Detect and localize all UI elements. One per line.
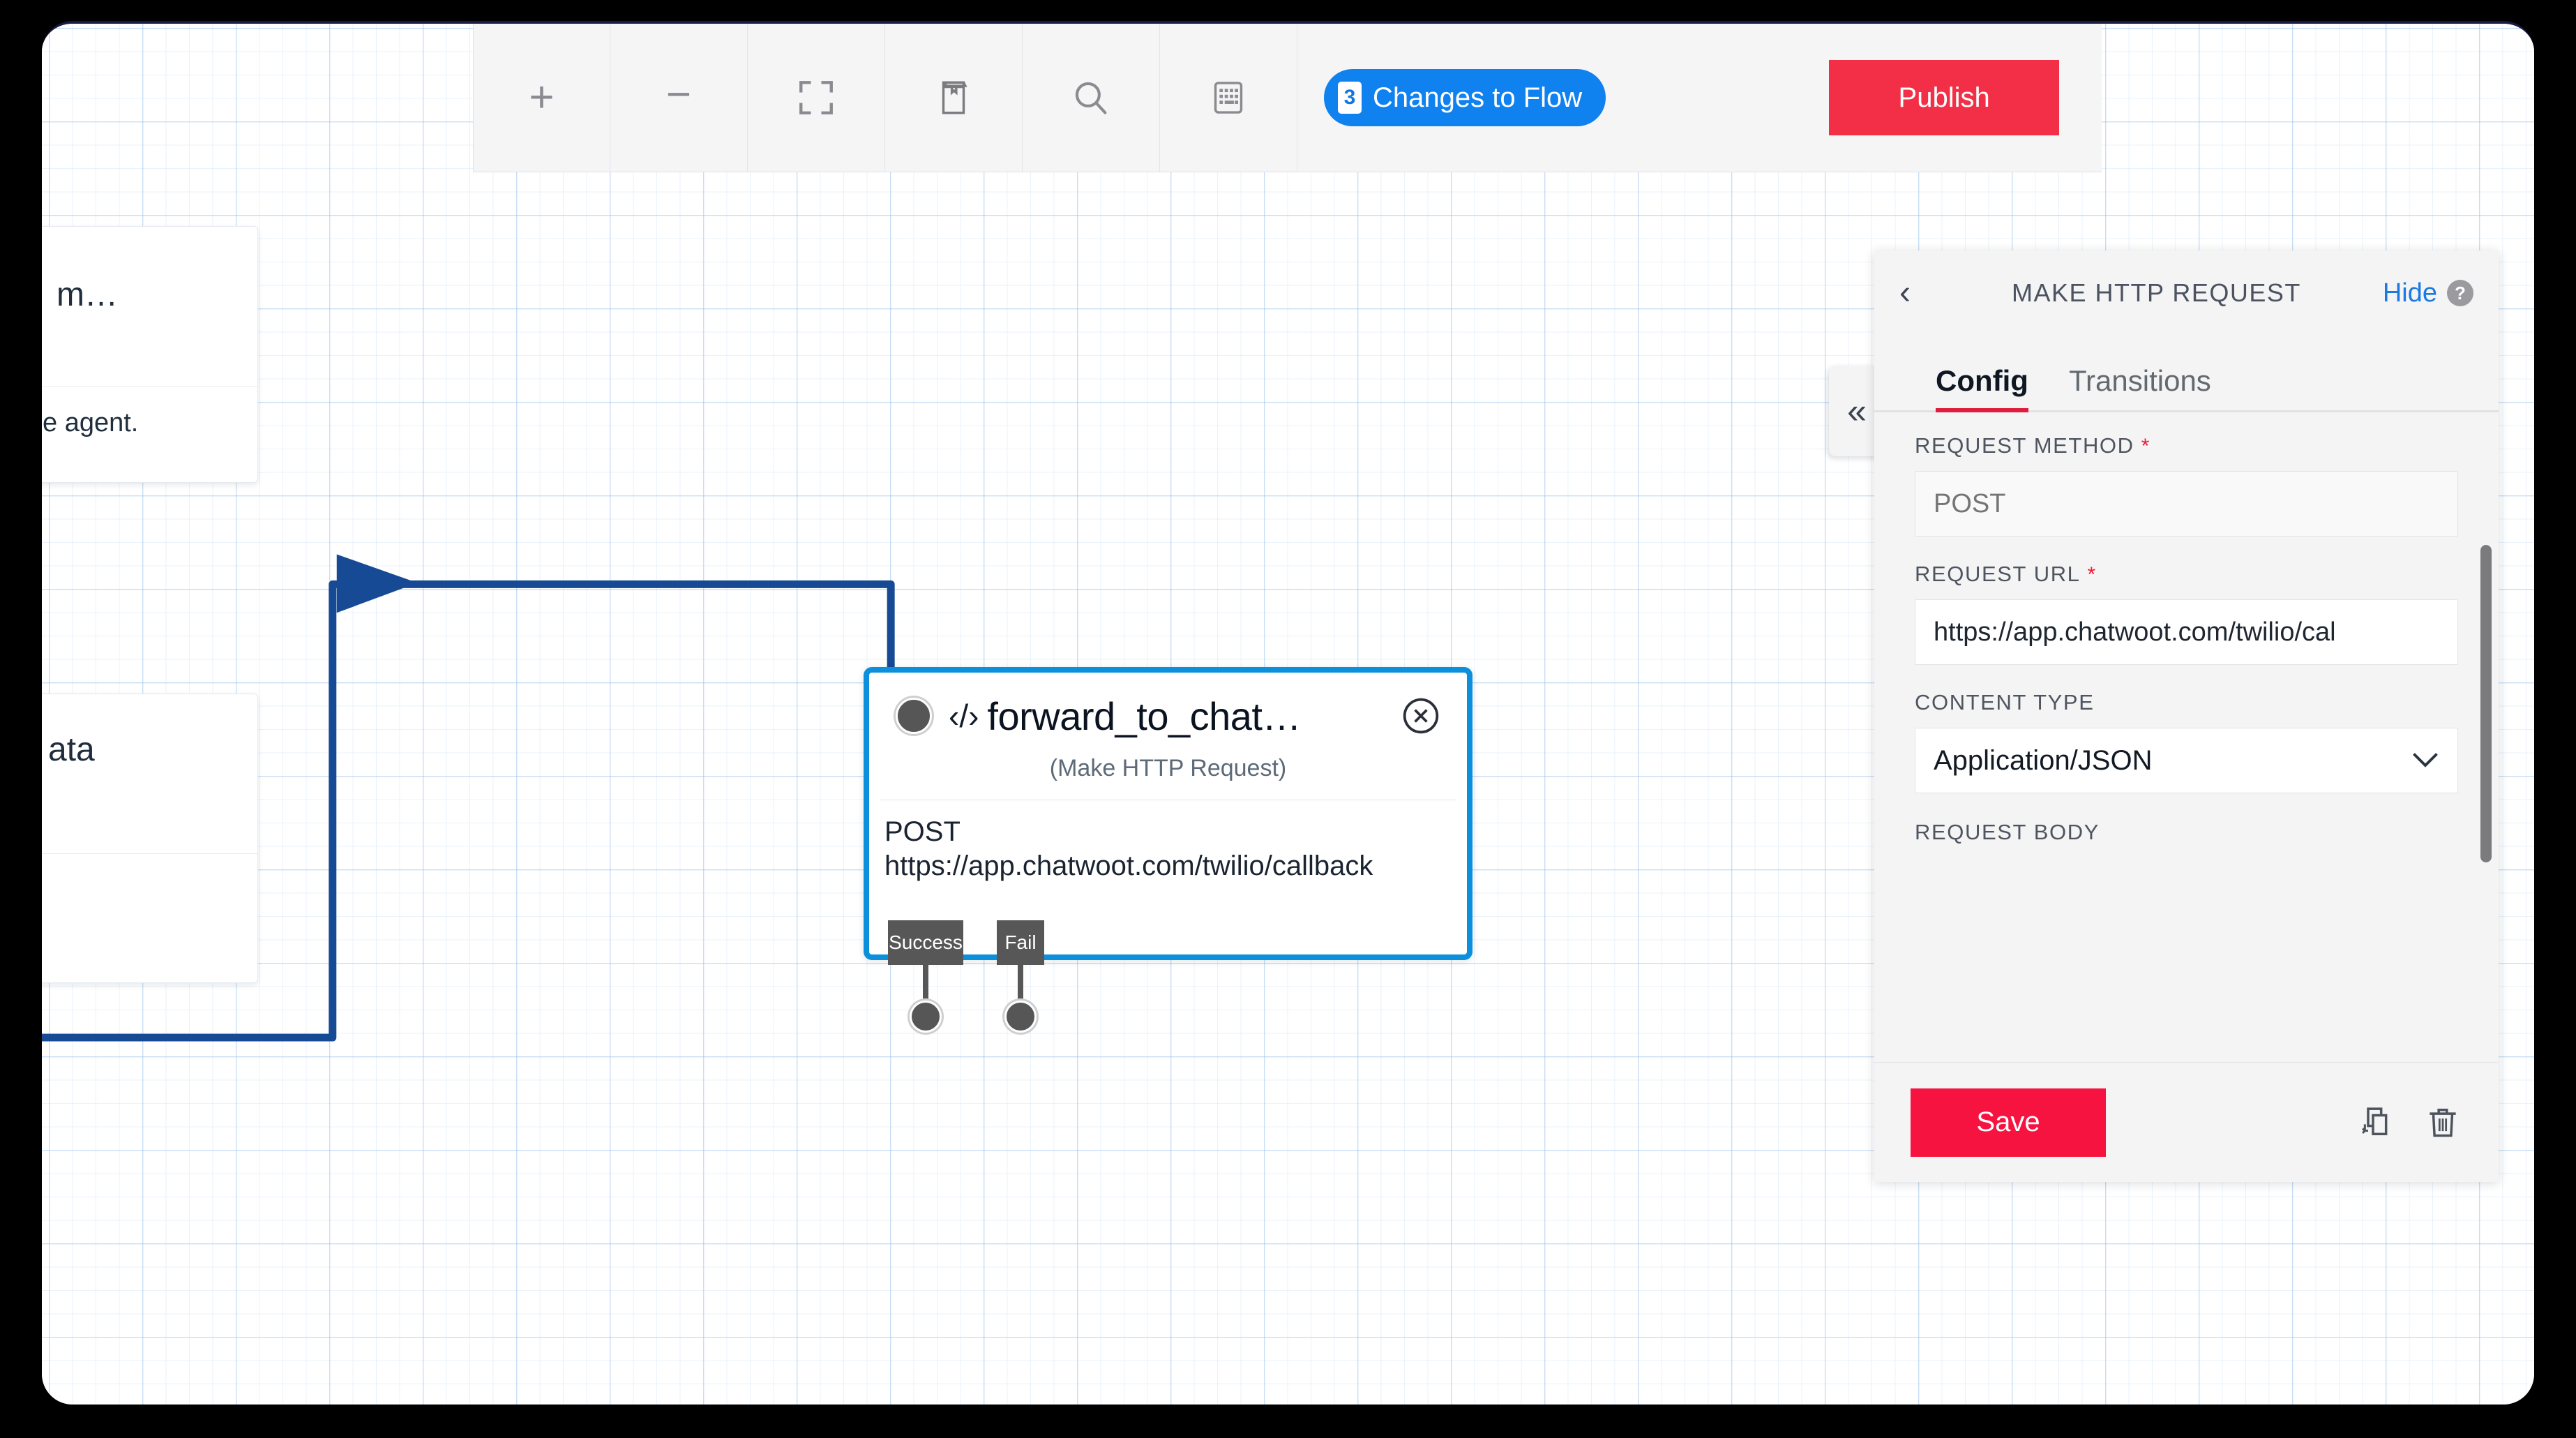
request-body-label: REQUEST BODY xyxy=(1915,820,2100,844)
node-output-fail[interactable]: Fail xyxy=(997,920,1044,965)
keyboard-button[interactable] xyxy=(1160,24,1297,172)
request-method-label: REQUEST METHOD * xyxy=(1915,433,2151,458)
minus-icon: − xyxy=(665,70,692,119)
node-title: forward_to_chat… xyxy=(987,694,1301,738)
library-button[interactable] xyxy=(885,24,1023,172)
content-type-select[interactable] xyxy=(1915,728,2458,793)
tab-config[interactable]: Config xyxy=(1936,364,2028,412)
divider xyxy=(42,386,257,387)
keyboard-icon xyxy=(1214,82,1243,114)
flow-card-body: e agent. xyxy=(43,408,139,437)
node-config-panel: ‹ MAKE HTTP REQUEST Hide ? Config Transi… xyxy=(1874,250,2499,1182)
node-input-handle[interactable] xyxy=(896,698,932,734)
node-detail: POST https://app.chatwoot.com/twilio/call… xyxy=(884,815,1373,883)
publish-button[interactable]: Publish xyxy=(1829,60,2060,135)
panel-tabs: Config Transitions xyxy=(1874,336,2499,412)
close-icon[interactable] xyxy=(1401,696,1440,735)
panel-body: REQUEST METHOD * REQUEST URL * CONTENT T… xyxy=(1874,412,2499,1062)
content-type-select-wrap xyxy=(1915,728,2458,793)
flow-card-greeting[interactable]: m… e agent. xyxy=(42,226,258,483)
changes-count: 3 xyxy=(1338,82,1362,114)
panel-scrollbar[interactable] xyxy=(2480,545,2492,862)
request-method-input[interactable] xyxy=(1915,471,2458,537)
back-chevron-icon[interactable]: ‹ xyxy=(1899,276,1930,310)
flow-card-data[interactable]: ata xyxy=(42,694,258,983)
help-icon[interactable]: ? xyxy=(2447,280,2473,306)
request-url-input[interactable] xyxy=(1915,599,2458,665)
node-subtitle: (Make HTTP Request) xyxy=(1049,755,1287,781)
node-title-row: ‹/› forward_to_chat… xyxy=(949,691,1452,741)
content-type-label: CONTENT TYPE xyxy=(1915,690,2095,714)
search-icon xyxy=(1075,82,1107,114)
node-method: POST xyxy=(884,816,961,847)
panel-header: ‹ MAKE HTTP REQUEST Hide ? xyxy=(1874,250,2499,336)
zoom-in-button[interactable]: + xyxy=(473,24,610,172)
app-viewport: m… e agent. ata ‹/› forward_to_chat… (Ma… xyxy=(42,21,2534,1405)
search-button[interactable] xyxy=(1023,24,1160,172)
panel-title: MAKE HTTP REQUEST xyxy=(2011,278,2301,307)
code-icon: ‹/› xyxy=(949,698,979,734)
fit-screen-button[interactable] xyxy=(748,24,885,172)
changes-to-flow-badge[interactable]: 3 Changes to Flow xyxy=(1324,69,1606,126)
tab-transitions[interactable]: Transitions xyxy=(2069,364,2211,410)
save-button[interactable]: Save xyxy=(1911,1088,2106,1157)
panel-footer: Save xyxy=(1874,1062,2499,1182)
footer-actions xyxy=(2353,1103,2462,1142)
output-handle-success[interactable] xyxy=(910,1001,942,1033)
flow-card-title: ata xyxy=(48,731,95,768)
device-frame: m… e agent. ata ‹/› forward_to_chat… (Ma… xyxy=(0,0,2576,1438)
changes-label: Changes to Flow xyxy=(1373,82,1583,113)
node-url: https://app.chatwoot.com/twilio/callback xyxy=(884,850,1373,881)
divider xyxy=(42,853,257,854)
delete-icon[interactable] xyxy=(2423,1103,2462,1142)
node-output-success[interactable]: Success xyxy=(888,920,963,965)
output-handle-fail[interactable] xyxy=(1004,1001,1037,1033)
hide-panel-link[interactable]: Hide xyxy=(2383,278,2437,308)
output-stem xyxy=(923,965,928,1005)
required-asterisk: * xyxy=(2080,563,2097,586)
duplicate-icon[interactable] xyxy=(2353,1103,2393,1142)
zoom-out-button[interactable]: − xyxy=(610,24,748,172)
required-asterisk: * xyxy=(2134,435,2151,458)
canvas-toolbar: + − 3 Changes to Flow Publish xyxy=(473,24,2102,172)
output-stem xyxy=(1018,965,1023,1005)
flow-node-make-http-request[interactable]: ‹/› forward_to_chat… (Make HTTP Request)… xyxy=(864,667,1472,960)
plus-icon: + xyxy=(529,73,555,121)
flow-card-title: m… xyxy=(57,276,118,313)
book-icon xyxy=(942,81,967,114)
request-url-label: REQUEST URL * xyxy=(1915,562,2097,586)
fit-screen-icon xyxy=(799,81,833,114)
